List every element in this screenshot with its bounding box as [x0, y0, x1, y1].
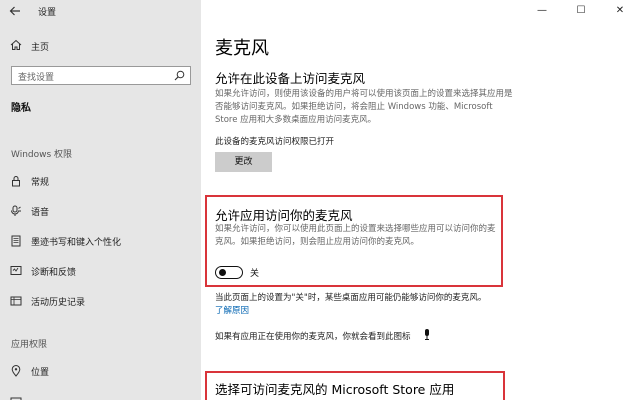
sidebar-item-location[interactable]: 位置 [0, 360, 201, 382]
app-access-description: 如果允许访问，你可以使用此页面上的设置来选择哪些应用可以访问你的麦克风。如果拒绝… [215, 224, 496, 247]
sidebar-item-label: 常规 [31, 178, 50, 188]
toggle-state-label: 关 [250, 269, 260, 279]
toggle-knob [219, 269, 226, 276]
title-bar: 设置 [0, 0, 201, 22]
sidebar-item-label: 语音 [31, 208, 50, 218]
app-title: 设置 [38, 8, 57, 18]
device-access-heading: 允许在此设备上访问麦克风 [215, 71, 366, 86]
speech-icon [11, 205, 21, 216]
minimize-button[interactable]: — [532, 3, 552, 19]
sidebar-item-general[interactable]: 常规 [0, 170, 201, 192]
camera-icon [10, 397, 22, 400]
sidebar-item-label: 主页 [31, 43, 50, 53]
back-arrow-icon [9, 6, 20, 16]
sidebar-item-label: 位置 [31, 368, 50, 378]
sidebar-item-diagnostics[interactable]: 诊断和反馈 [0, 260, 201, 282]
activity-history-icon [10, 296, 22, 306]
change-button[interactable]: 更改 [215, 152, 272, 172]
microphone-icon [425, 329, 429, 340]
desktop-apps-note: 当此页面上的设置为"关"时，某些桌面应用可能仍能够访问你的麦克风。 [215, 293, 487, 303]
sidebar-item-home[interactable]: 主页 [0, 36, 201, 56]
device-access-status: 此设备的麦克风访问权限已打开 [215, 137, 335, 147]
diagnostics-icon [10, 266, 22, 275]
location-pin-icon [11, 365, 21, 377]
sidebar-item-speech[interactable]: 语音 [0, 200, 201, 222]
search-placeholder: 查找设置 [18, 73, 55, 83]
maximize-button[interactable]: ☐ [571, 3, 591, 19]
lock-icon [12, 176, 20, 187]
notepad-icon [11, 235, 21, 247]
indicator-note: 如果有应用正在使用你的麦克风，你就会看到此图标 [215, 332, 411, 342]
app-access-toggle[interactable] [215, 266, 243, 279]
close-button[interactable]: ✕ [610, 3, 630, 19]
sidebar: 设置 主页 查找设置 隐私 Windows 权限 常规 语音 墨迹书写和键入个性… [0, 0, 201, 400]
device-access-description: 如果允许访问，则使用该设备的用户将可以使用该页面上的设置来选择其应用是否能够访问… [215, 89, 513, 125]
sidebar-item-label: 活动历史记录 [31, 298, 86, 308]
search-icon[interactable] [174, 70, 185, 81]
search-input[interactable]: 查找设置 [11, 66, 191, 85]
group-label-app-permissions: 应用权限 [11, 340, 48, 350]
sidebar-item-next[interactable] [0, 390, 201, 400]
sidebar-item-label: 墨迹书写和键入个性化 [31, 238, 122, 248]
sidebar-item-inking-typing[interactable]: 墨迹书写和键入个性化 [0, 230, 201, 252]
sidebar-item-activity-history[interactable]: 活动历史记录 [0, 290, 201, 312]
window-controls: — ☐ ✕ [530, 0, 640, 22]
main-content: — ☐ ✕ 麦克风 允许在此设备上访问麦克风 如果允许访问，则使用该设备的用户将… [201, 0, 640, 400]
page-title: 麦克风 [215, 38, 269, 59]
section-title: 隐私 [11, 103, 31, 114]
app-access-heading: 允许应用访问你的麦克风 [215, 208, 353, 223]
group-label-windows-permissions: Windows 权限 [11, 150, 73, 160]
learn-more-link[interactable]: 了解原因 [215, 304, 249, 316]
home-icon [10, 39, 22, 50]
back-button[interactable] [6, 3, 24, 19]
sidebar-item-label: 诊断和反馈 [31, 268, 77, 278]
store-apps-heading: 选择可访问麦克风的 Microsoft Store 应用 [215, 382, 455, 397]
